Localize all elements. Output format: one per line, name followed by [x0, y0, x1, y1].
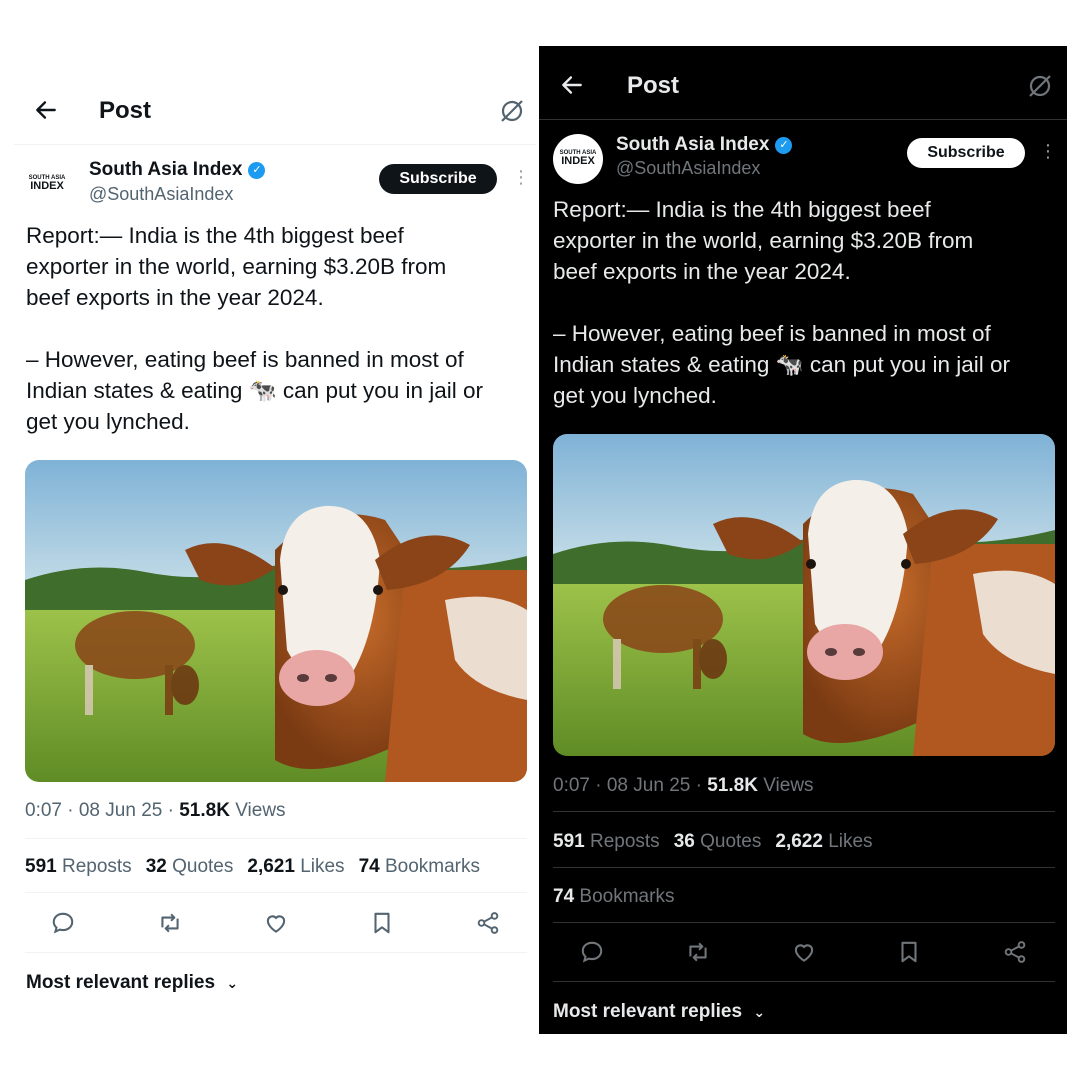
divider [553, 922, 1055, 923]
like-icon[interactable] [791, 939, 817, 965]
tweet-text: Report:— India is the 4th biggest beef e… [26, 223, 484, 434]
bookmark-icon[interactable] [896, 939, 922, 965]
post-metadata: 0:07 · 08 Jun 25 · 51.8K Views [25, 800, 286, 822]
tweet-image[interactable] [553, 434, 1055, 756]
engagement-stats: 591 Reposts 36 Quotes 2,622 Likes [553, 831, 887, 853]
views-count: 51.8K [179, 800, 230, 821]
page-title: Post [99, 97, 152, 124]
grok-icon[interactable] [498, 97, 526, 125]
author-name[interactable]: South Asia Index ✓ [616, 134, 793, 156]
reposts-stat[interactable]: 591 Reposts [25, 856, 132, 877]
replies-sort-dropdown[interactable]: Most relevant replies ⌄ [553, 1001, 765, 1023]
replies-sort-dropdown[interactable]: Most relevant replies ⌄ [26, 972, 238, 994]
verified-badge-icon: ✓ [775, 136, 793, 154]
avatar[interactable]: SOUTH ASIA INDEX [553, 134, 603, 184]
bookmark-icon[interactable] [369, 910, 395, 936]
more-vertical-icon[interactable]: ⋮ [1039, 142, 1057, 160]
author-handle[interactable]: @SouthAsiaIndex [616, 158, 760, 179]
author-handle[interactable]: @SouthAsiaIndex [89, 184, 233, 205]
cow-photo [553, 434, 1055, 756]
engagement-stats: 591 Reposts 32 Quotes 2,621 Likes 74 Bookma… [25, 856, 494, 878]
tweet-image[interactable] [25, 460, 527, 782]
reply-icon[interactable] [579, 939, 605, 965]
page-title: Post [627, 72, 680, 99]
post-timestamp: 0:07 · 08 Jun 25 · [25, 800, 180, 821]
likes-stat[interactable]: 2,621 Likes [247, 856, 344, 877]
divider [25, 838, 527, 839]
subscribe-button[interactable]: Subscribe [907, 138, 1025, 168]
avatar[interactable]: SOUTH ASIA INDEX [20, 164, 74, 204]
chevron-down-icon: ⌄ [753, 1004, 766, 1020]
post-metadata: 0:07 · 08 Jun 25 · 51.8K Views [553, 775, 814, 797]
chevron-down-icon: ⌄ [226, 975, 239, 991]
divider [553, 811, 1055, 812]
divider [14, 144, 536, 145]
like-icon[interactable] [263, 910, 289, 936]
post-timestamp: 0:07 · 08 Jun 25 · [553, 775, 708, 796]
back-arrow-icon[interactable] [559, 72, 585, 102]
repost-icon[interactable] [157, 910, 183, 936]
author-name-text: South Asia Index [89, 159, 243, 180]
views-count: 51.8K [707, 775, 758, 796]
avatar-logo: SOUTH ASIA INDEX [28, 175, 66, 193]
subscribe-button[interactable]: Subscribe [379, 164, 497, 194]
grok-icon[interactable] [1026, 72, 1054, 100]
bookmarks-stat[interactable]: 74 Bookmarks [359, 856, 480, 877]
replies-sort-label: Most relevant replies [553, 1001, 743, 1022]
replies-sort-label: Most relevant replies [26, 972, 216, 993]
light-post-panel: Post SOUTH ASIA INDEX South Asia Index ✓… [0, 80, 540, 1080]
reposts-stat[interactable]: 591 Reposts [553, 831, 660, 852]
verified-badge-icon: ✓ [248, 161, 266, 179]
share-icon[interactable] [1002, 939, 1028, 965]
back-arrow-icon[interactable] [33, 97, 59, 127]
cow-photo [25, 460, 527, 782]
divider [553, 867, 1055, 868]
tweet-text: Report:— India is the 4th biggest beef e… [553, 197, 1011, 408]
divider [553, 981, 1055, 982]
repost-icon[interactable] [685, 939, 711, 965]
author-name-text: South Asia Index [616, 134, 770, 155]
author-name[interactable]: South Asia Index ✓ [89, 159, 266, 181]
dark-post-panel: Post SOUTH ASIA INDEX South Asia Index ✓… [539, 46, 1067, 1034]
views-label[interactable]: Views [758, 775, 813, 796]
quotes-stat[interactable]: 36 Quotes [674, 831, 762, 852]
divider [539, 119, 1067, 120]
more-vertical-icon[interactable]: ⋮ [512, 168, 530, 186]
likes-stat[interactable]: 2,622 Likes [775, 831, 872, 852]
divider [25, 892, 527, 893]
reply-icon[interactable] [50, 910, 76, 936]
quotes-stat[interactable]: 32 Quotes [146, 856, 234, 877]
divider [25, 952, 527, 953]
views-label[interactable]: Views [230, 800, 285, 821]
avatar-logo: SOUTH ASIA INDEX [559, 150, 597, 168]
share-icon[interactable] [475, 910, 501, 936]
bookmarks-stat[interactable]: 74 Bookmarks [553, 886, 674, 908]
